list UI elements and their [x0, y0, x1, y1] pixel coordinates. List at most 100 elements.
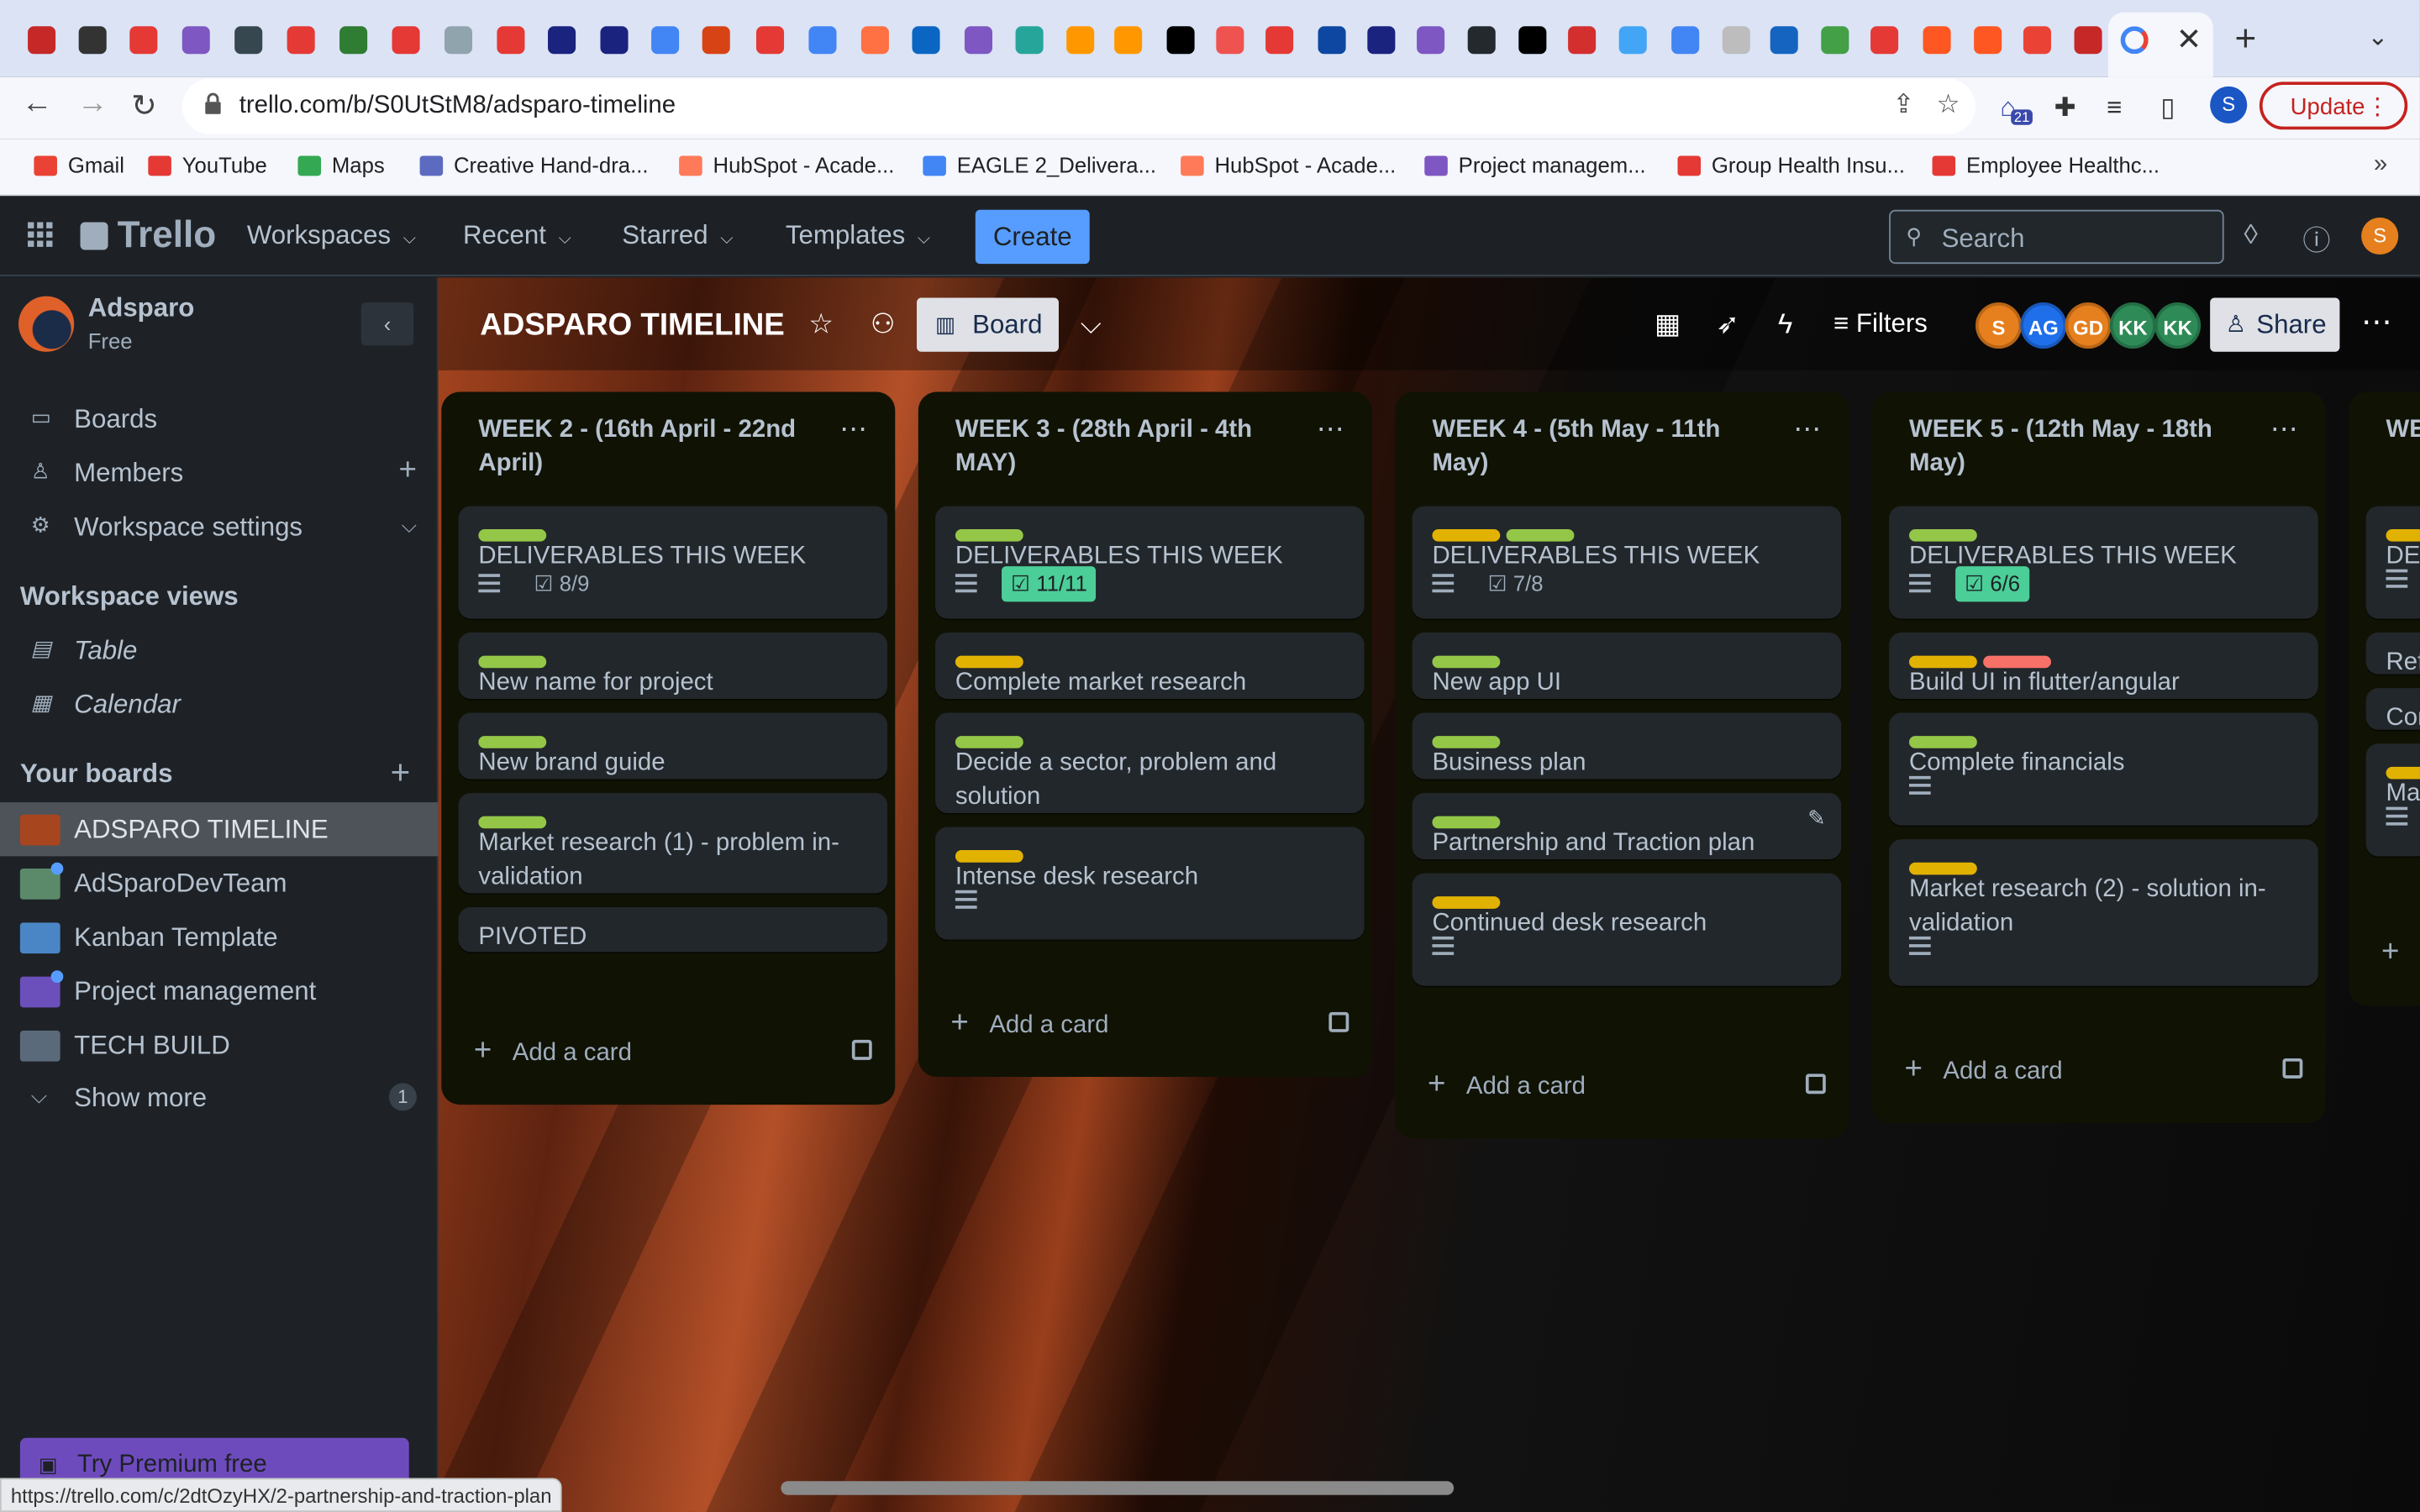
tab-favicon[interactable] — [1671, 26, 1700, 55]
tab-favicon[interactable] — [600, 26, 629, 55]
lightning-icon[interactable]: ϟ — [1778, 308, 1793, 341]
tab-favicon[interactable] — [808, 26, 837, 55]
tab-favicon[interactable] — [339, 26, 368, 55]
tab-favicon[interactable] — [182, 26, 210, 55]
card-template-icon[interactable] — [851, 1039, 872, 1060]
card[interactable]: Ma — [2365, 743, 2420, 857]
browser-profile-avatar[interactable]: S — [2210, 86, 2248, 123]
forward-button[interactable]: → — [77, 87, 108, 122]
card-template-icon[interactable] — [1328, 1011, 1349, 1032]
list-title[interactable]: WEEK 4 - (5th May - 11th May) — [1432, 413, 1756, 481]
list-title[interactable]: WEEK 2 - (16th April - 22nd April) — [478, 413, 802, 481]
add-card-button[interactable]: + Add a card — [1889, 1046, 2318, 1098]
sidebar-item-table[interactable]: ▤ Table — [0, 623, 439, 677]
share-button[interactable]: ♙ Share — [2210, 297, 2340, 352]
user-avatar[interactable]: S — [2361, 217, 2399, 255]
board-list[interactable]: WEEK 5 - (12th May - 18th May) ⋯ DELIVERAB… — [1871, 391, 2326, 1124]
horizontal-scrollbar[interactable] — [781, 1481, 1455, 1495]
list-title[interactable]: WEEK 5 - (12th May - 18th May) — [1909, 413, 2233, 481]
card[interactable]: Continued desk research — [1412, 873, 1842, 986]
add-member-icon[interactable]: + — [398, 454, 416, 489]
tab-favicon[interactable] — [964, 26, 992, 55]
sidebar-board-item[interactable]: TECH BUILD — [0, 1018, 439, 1072]
create-button[interactable]: Create — [975, 209, 1090, 265]
tab-favicon[interactable] — [28, 26, 56, 55]
tab-favicon[interactable] — [497, 26, 525, 55]
card[interactable]: Intense desk research — [935, 827, 1365, 940]
visibility-icon[interactable]: ⚇ — [871, 308, 896, 341]
tab-favicon[interactable] — [1216, 26, 1244, 55]
list-menu-icon[interactable]: ⋯ — [839, 413, 867, 446]
tab-favicon[interactable] — [1770, 26, 1798, 55]
tab-favicon[interactable] — [2074, 26, 2102, 55]
board-list[interactable]: WEEK 4 - (5th May - 11th May) ⋯ DELIVERABL… — [1395, 391, 1849, 1139]
add-card-button[interactable]: + Add a card — [1413, 1062, 1842, 1114]
address-bar[interactable]: trello.com/b/S0UtStM8/adsparo-timeline ⇪… — [182, 78, 1975, 134]
new-tab-button[interactable]: + — [2235, 18, 2257, 61]
bookmark-item[interactable]: Project managem... — [1424, 153, 1646, 177]
chevron-down-icon[interactable]: ⌄ — [2367, 22, 2388, 53]
puzzle-icon[interactable]: ✚ — [2054, 92, 2076, 123]
board-view-button[interactable]: ▥ Board — [916, 297, 1059, 352]
tab-favicon[interactable] — [1114, 26, 1143, 55]
tab-favicon[interactable] — [1974, 26, 2002, 55]
calendar-icon[interactable]: ▦ — [1655, 308, 1681, 341]
tab-favicon[interactable] — [860, 26, 889, 55]
sidebar-board-item[interactable]: ADSPARO TIMELINE — [0, 802, 439, 857]
rocket-icon[interactable]: ➶ — [1716, 308, 1739, 341]
workspace-name[interactable]: Adsparo — [88, 293, 195, 324]
tab-favicon[interactable] — [234, 26, 263, 55]
member-avatar[interactable]: S — [1975, 302, 2023, 349]
update-button[interactable]: Update ⋮ — [2259, 81, 2408, 130]
add-card-button[interactable]: + Add a card — [935, 1000, 1365, 1052]
bookmark-item[interactable]: Group Health Insu... — [1677, 153, 1905, 177]
tab-favicon[interactable] — [287, 26, 315, 55]
tab-favicon[interactable] — [1166, 26, 1195, 55]
member-avatar[interactable]: KK — [2109, 302, 2156, 349]
menu-templates[interactable]: Templates ⌵ — [786, 221, 930, 252]
add-board-icon[interactable]: + — [391, 753, 411, 793]
bookmark-item[interactable]: Gmail — [34, 153, 124, 177]
board-title[interactable]: ADSPARO TIMELINE — [480, 308, 785, 344]
tab-favicon[interactable] — [1265, 26, 1294, 55]
tab-favicon[interactable] — [129, 26, 158, 55]
list-menu-icon[interactable]: ⋯ — [1317, 413, 1344, 446]
list-menu-icon[interactable]: ⋯ — [2270, 413, 2298, 446]
card[interactable]: Decide a sector, problem and solution — [935, 712, 1365, 813]
add-card-button[interactable]: + Add a card — [458, 1027, 887, 1079]
tab-favicon[interactable] — [1066, 26, 1095, 55]
member-avatar[interactable]: GD — [2065, 302, 2112, 349]
search-input[interactable]: ⚲ Search — [1889, 209, 2224, 265]
notifications-icon[interactable]: ◊ — [2244, 219, 2258, 252]
card[interactable]: DELIVERABLES THIS WEEK ☑ 11/11 — [935, 506, 1365, 619]
tab-favicon[interactable] — [755, 26, 785, 55]
collapse-sidebar-button[interactable]: ‹ — [360, 302, 414, 346]
sidebar-item-members[interactable]: ♙ Members + — [0, 446, 439, 500]
tab-favicon[interactable] — [1015, 26, 1044, 55]
card[interactable]: New brand guide — [458, 712, 888, 780]
tab-favicon[interactable] — [912, 26, 940, 55]
bookmark-item[interactable]: YouTube — [148, 153, 267, 177]
sidebar-board-item[interactable]: Kanban Template — [0, 911, 439, 964]
member-avatar[interactable]: KK — [2154, 302, 2202, 349]
card[interactable]: DELIVERABLES THIS WEEK ☑ 8/9 — [458, 506, 888, 619]
tab-favicon[interactable] — [702, 26, 730, 55]
tab-favicon[interactable] — [444, 26, 473, 55]
card[interactable]: DELIVERABLES THIS WEEK ☑ 7/8 — [1412, 506, 1842, 619]
card[interactable]: Market research (2) - solution in-valida… — [1889, 839, 2318, 986]
board-list[interactable]: WE Ma⋯DERefCorMa+ — [2349, 391, 2420, 1006]
menu-workspaces[interactable]: Workspaces ⌵ — [247, 221, 416, 252]
edit-pencil-icon[interactable]: ✎ — [1807, 806, 1826, 832]
back-button[interactable]: ← — [22, 87, 53, 122]
card[interactable]: Build UI in flutter/angular — [1889, 633, 2318, 700]
star-icon[interactable]: ☆ — [808, 308, 834, 341]
tab-favicon[interactable] — [1367, 26, 1396, 55]
tab-favicon[interactable] — [2023, 26, 2051, 55]
chevron-down-icon[interactable]: ⌵ — [402, 514, 417, 538]
help-icon[interactable]: ⓘ — [2302, 219, 2330, 260]
tab-favicon[interactable] — [1870, 26, 1899, 55]
bookmark-item[interactable]: Maps — [297, 153, 385, 177]
menu-starred[interactable]: Starred ⌵ — [622, 221, 733, 252]
add-card-button[interactable]: + — [2366, 929, 2420, 981]
card[interactable]: PIVOTED — [458, 906, 888, 953]
